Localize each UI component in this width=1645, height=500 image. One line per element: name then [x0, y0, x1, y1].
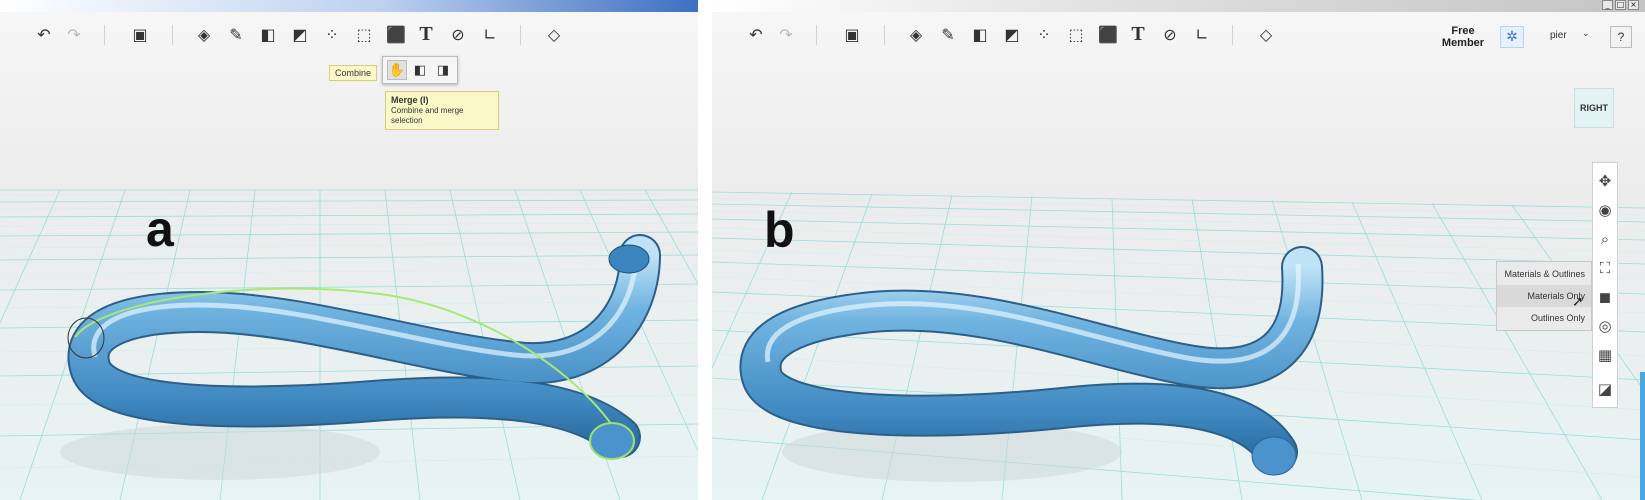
title-bar-b [712, 0, 1645, 12]
material-render-icon[interactable]: ◪ [1593, 375, 1617, 403]
fit-icon[interactable]: ⛶ [1593, 254, 1617, 282]
member-status: Free Member [1440, 25, 1486, 49]
redo-icon[interactable]: ↷ [62, 22, 86, 46]
construct-icon[interactable]: ◧ [256, 22, 280, 46]
combine-icon[interactable]: ⬛ [384, 22, 408, 46]
combine-tooltip: Combine [329, 65, 378, 81]
redo-icon[interactable]: ↷ [774, 22, 798, 46]
undo-icon[interactable]: ↶ [744, 22, 768, 46]
zoom-icon[interactable]: ⌕ [1593, 225, 1617, 253]
title-bar-a [0, 0, 698, 12]
maximize-button[interactable]: □ [1615, 0, 1626, 10]
user-avatar-icon[interactable]: ✲ [1500, 26, 1524, 48]
primitives-icon[interactable]: ◈ [904, 22, 928, 46]
toolbar-divider [1232, 25, 1233, 45]
pan-icon[interactable]: ✥ [1593, 167, 1617, 195]
member-status-line2: Member [1441, 37, 1485, 49]
construct-icon[interactable]: ◧ [968, 22, 992, 46]
text-icon[interactable]: T [1126, 22, 1150, 46]
modify-icon[interactable]: ◩ [288, 22, 312, 46]
toolbar-a: ↶ ↷ ▣ ◈ ✎ ◧ ◩ ⁘ ⬚ ⬛ T ⊘ ∟ ◇ [0, 16, 698, 56]
snap-icon[interactable]: ⊘ [1158, 22, 1182, 46]
intersect-icon[interactable]: ◨ [433, 60, 453, 80]
sketch-icon[interactable]: ✎ [224, 22, 248, 46]
material-icon[interactable]: ◇ [542, 22, 566, 46]
tube-shape-b[interactable] [712, 12, 1645, 500]
toolbar-divider [520, 25, 521, 45]
menu-item-materials-outlines[interactable]: Materials & Outlines [1497, 263, 1591, 285]
add-object-icon[interactable]: ▣ [128, 22, 152, 46]
panel-a: a ↶ ↷ ▣ ◈ ✎ ◧ ◩ ⁘ ⬚ ⬛ T ⊘ ∟ ◇ Combine ✋ … [0, 0, 698, 500]
panel-label-a: a [146, 201, 174, 257]
viewport-a[interactable]: a [0, 12, 698, 500]
view-cube[interactable]: RIGHT [1574, 88, 1614, 128]
toolbar-divider [816, 25, 817, 45]
snap-icon[interactable]: ⊘ [446, 22, 470, 46]
undo-icon[interactable]: ↶ [32, 22, 56, 46]
measure-icon[interactable]: ∟ [478, 22, 502, 46]
viewport-b[interactable]: b RIGHT ✥ ◉ ⌕ ⛶ ◼ ◎ ▦ ◪ Materials & Outl… [712, 12, 1645, 500]
primitives-icon[interactable]: ◈ [192, 22, 216, 46]
panel-b: _ □ × b RIGHT ✥ ◉ ⌕ ⛶ ◼ ◎ ▦ ◪ Materials … [712, 0, 1645, 500]
orbit-icon[interactable]: ◉ [1593, 196, 1617, 224]
toolbar-divider [172, 25, 173, 45]
mouse-cursor-icon: ➚ [1572, 294, 1584, 310]
subtract-icon[interactable]: ◧ [410, 60, 430, 80]
combine-icon[interactable]: ⬛ [1096, 22, 1120, 46]
toolbar-divider [884, 25, 885, 45]
panel-label-b: b [764, 202, 795, 258]
visual-style-icon[interactable]: ◼ [1593, 283, 1617, 311]
merge-icon[interactable]: ✋ [387, 60, 407, 80]
modify-icon[interactable]: ◩ [1000, 22, 1024, 46]
menu-item-outlines-only[interactable]: Outlines Only [1497, 307, 1591, 329]
merge-tooltip-title: Merge (I) [391, 95, 429, 105]
scrollbar-edge[interactable] [1640, 372, 1645, 500]
minimize-button[interactable]: _ [1602, 0, 1613, 10]
material-icon[interactable]: ◇ [1254, 22, 1278, 46]
username: pier [1550, 30, 1567, 41]
member-status-line1: Free [1451, 25, 1475, 37]
close-button[interactable]: × [1628, 0, 1639, 10]
user-dropdown[interactable]: pier ⌄ [1530, 29, 1594, 45]
navigation-bar: ✥ ◉ ⌕ ⛶ ◼ ◎ ▦ ◪ [1592, 162, 1618, 408]
merge-tooltip: Merge (I) Combine and merge selection [385, 91, 499, 131]
measure-icon[interactable]: ∟ [1190, 22, 1214, 46]
pattern-icon[interactable]: ⁘ [320, 22, 344, 46]
help-button[interactable]: ? [1610, 26, 1632, 48]
sketch-icon[interactable]: ✎ [936, 22, 960, 46]
visibility-icon[interactable]: ◎ [1593, 312, 1617, 340]
group-icon[interactable]: ⬚ [352, 22, 376, 46]
toolbar-b: ↶ ↷ ▣ ◈ ✎ ◧ ◩ ⁘ ⬚ ⬛ T ⊘ ∟ ◇ Free Member … [712, 16, 1645, 56]
grid-icon[interactable]: ▦ [1593, 341, 1617, 369]
group-icon[interactable]: ⬚ [1064, 22, 1088, 46]
add-object-icon[interactable]: ▣ [840, 22, 864, 46]
pattern-icon[interactable]: ⁘ [1032, 22, 1056, 46]
chevron-down-icon: ⌄ [1582, 29, 1590, 39]
tube-shape-a[interactable] [0, 12, 698, 500]
merge-tooltip-description: Combine and merge selection [391, 106, 464, 126]
text-icon[interactable]: T [414, 22, 438, 46]
combine-flyout: ✋ ◧ ◨ [382, 56, 458, 84]
toolbar-divider [104, 25, 105, 45]
